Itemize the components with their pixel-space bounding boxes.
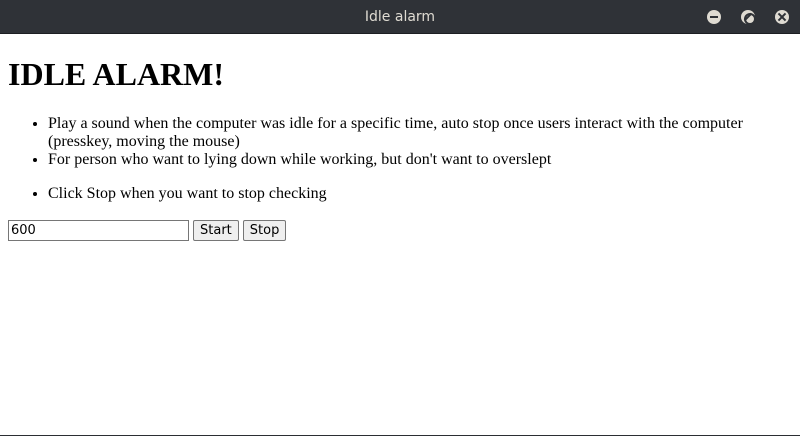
alarm-controls: Start Stop xyxy=(8,219,287,241)
restore-icon[interactable] xyxy=(741,10,756,25)
stop-button[interactable]: Stop xyxy=(242,219,287,241)
window-title: Idle alarm xyxy=(364,9,436,25)
title-bar[interactable]: Idle alarm xyxy=(0,0,800,34)
close-icon[interactable] xyxy=(775,10,789,24)
instruction-list: Click Stop when you want to stop checkin… xyxy=(8,185,792,203)
idle-time-input[interactable] xyxy=(8,219,189,241)
minimize-icon[interactable] xyxy=(707,10,721,24)
page-content: IDLE ALARM! Play a sound when the comput… xyxy=(0,35,800,435)
list-item: Click Stop when you want to stop checkin… xyxy=(48,185,792,203)
start-button[interactable]: Start xyxy=(193,219,239,241)
page-title: IDLE ALARM! xyxy=(8,56,225,92)
feature-list: Play a sound when the computer was idle … xyxy=(8,115,792,169)
app-window: Idle alarm IDLE ALARM! Play a sound when… xyxy=(0,0,800,436)
list-item: Play a sound when the computer was idle … xyxy=(48,115,792,151)
list-item: For person who want to lying down while … xyxy=(48,151,792,169)
